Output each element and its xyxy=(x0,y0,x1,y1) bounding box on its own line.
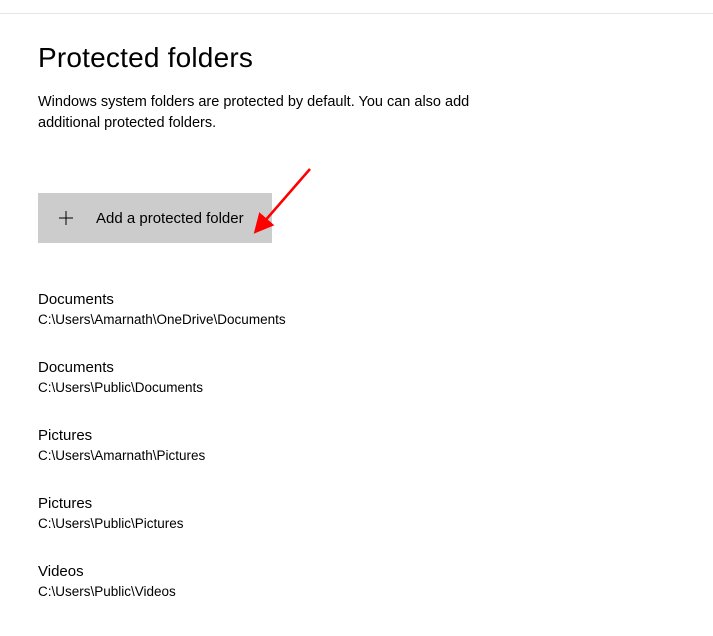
folder-path: C:\Users\Amarnath\Pictures xyxy=(38,448,713,463)
folder-name: Pictures xyxy=(38,495,713,512)
page-description: Windows system folders are protected by … xyxy=(38,92,488,133)
folder-path: C:\Users\Public\Documents xyxy=(38,380,713,395)
folder-item[interactable]: Documents C:\Users\Amarnath\OneDrive\Doc… xyxy=(38,291,713,327)
folder-name: Pictures xyxy=(38,427,713,444)
add-button-label: Add a protected folder xyxy=(96,210,244,227)
folder-name: Videos xyxy=(38,563,713,580)
folder-item[interactable]: Videos C:\Users\Public\Videos xyxy=(38,563,713,599)
folder-item[interactable]: Pictures C:\Users\Public\Pictures xyxy=(38,495,713,531)
folder-item[interactable]: Documents C:\Users\Public\Documents xyxy=(38,359,713,395)
folder-path: C:\Users\Public\Videos xyxy=(38,584,713,599)
folder-path: C:\Users\Public\Pictures xyxy=(38,516,713,531)
folder-path: C:\Users\Amarnath\OneDrive\Documents xyxy=(38,312,713,327)
folder-name: Documents xyxy=(38,291,713,308)
page-container: Protected folders Windows system folders… xyxy=(0,14,713,599)
plus-icon xyxy=(58,210,74,226)
add-protected-folder-button[interactable]: Add a protected folder xyxy=(38,193,272,243)
page-title: Protected folders xyxy=(38,42,713,74)
folder-name: Documents xyxy=(38,359,713,376)
folder-list: Documents C:\Users\Amarnath\OneDrive\Doc… xyxy=(38,291,713,599)
folder-item[interactable]: Pictures C:\Users\Amarnath\Pictures xyxy=(38,427,713,463)
